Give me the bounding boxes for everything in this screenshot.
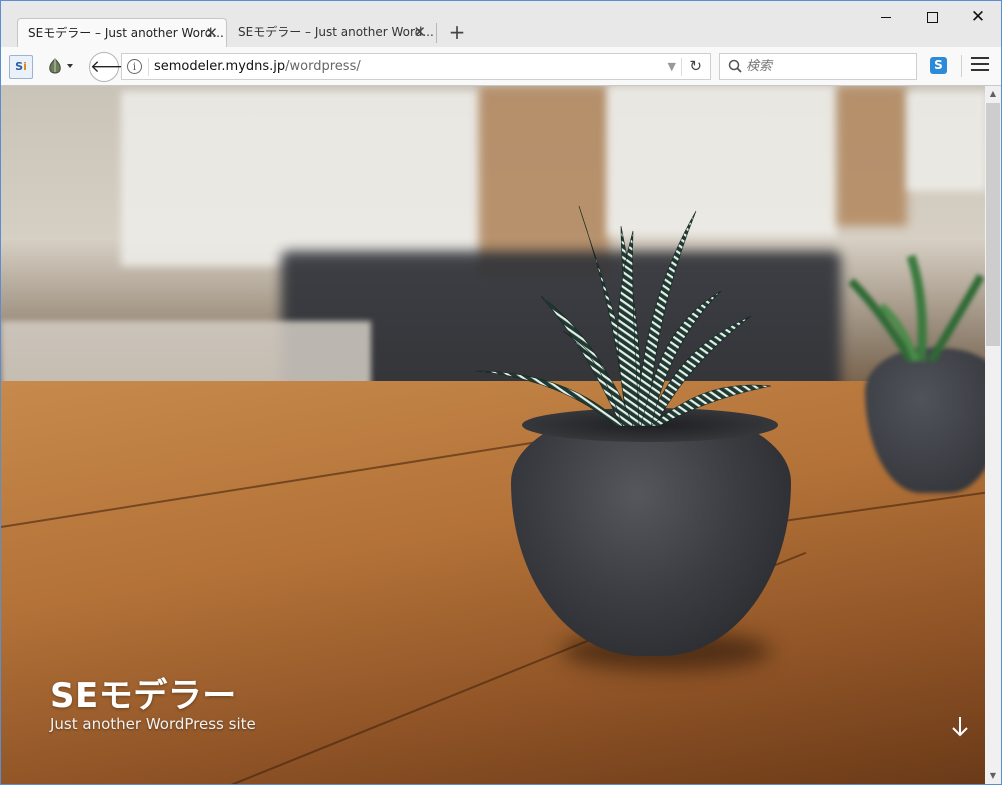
si-extension-letter-i: i: [23, 60, 27, 73]
browser-window: SEモデラー – Just another Word... ✕ SEモデラー –…: [0, 0, 1002, 785]
url-path: /wordpress/: [285, 59, 361, 74]
url-text[interactable]: semodeler.mydns.jp/wordpress/: [154, 54, 361, 79]
background-plant: [848, 254, 985, 364]
minimize-button[interactable]: [863, 1, 909, 33]
url-divider: [148, 58, 149, 76]
tab-title: SEモデラー – Just another Word...: [238, 25, 434, 39]
search-bar[interactable]: [719, 53, 917, 80]
reload-button[interactable]: ↻: [689, 54, 702, 79]
scroll-up-arrow-icon[interactable]: ▲: [985, 86, 1001, 102]
url-history-dropdown-icon[interactable]: ▼: [668, 54, 676, 79]
background-window: [907, 91, 985, 191]
garlic-extension-icon[interactable]: [45, 56, 77, 76]
search-input[interactable]: [746, 55, 906, 78]
scroll-down-arrow-icon[interactable]: ▼: [985, 768, 1001, 784]
tab-inactive[interactable]: SEモデラー – Just another Word... ✕: [228, 18, 434, 47]
scrollbar-thumb[interactable]: [986, 103, 1000, 346]
url-host: semodeler.mydns.jp: [154, 59, 286, 74]
search-icon: [728, 59, 742, 73]
hamburger-menu-icon[interactable]: [971, 57, 989, 73]
url-divider: [681, 58, 682, 76]
si-extension-letter-s: S: [15, 60, 24, 73]
succulent-plant: [475, 205, 772, 427]
arrow-down-icon[interactable]: [949, 714, 971, 740]
window-close-button[interactable]: ✕: [955, 1, 1001, 33]
vertical-scrollbar[interactable]: ▲ ▼: [985, 86, 1001, 784]
si-extension-icon[interactable]: Si: [9, 55, 33, 79]
info-icon[interactable]: i: [127, 59, 142, 74]
tab-divider: [436, 23, 437, 43]
navigation-toolbar: Si 🡐 i semodeler.mydns.jp/wordpress/ ▼ ↻: [1, 47, 1001, 86]
s-extension-icon[interactable]: S: [930, 57, 947, 74]
toolbar-divider: [961, 55, 962, 77]
maximize-icon: [926, 12, 938, 23]
back-button[interactable]: 🡐: [89, 52, 136, 82]
new-tab-button[interactable]: +: [447, 18, 467, 47]
tab-active[interactable]: SEモデラー – Just another Word... ✕: [17, 18, 227, 47]
minimize-icon: [881, 17, 891, 18]
tab-title: SEモデラー – Just another Word...: [28, 26, 224, 40]
address-bar[interactable]: i semodeler.mydns.jp/wordpress/ ▼ ↻: [121, 53, 711, 80]
background-window: [121, 91, 481, 266]
page-hero: SEモデラー Just another WordPress site: [1, 86, 985, 784]
tab-close-icon[interactable]: ✕: [205, 19, 218, 47]
site-title[interactable]: SEモデラー: [50, 668, 237, 717]
site-tagline: Just another WordPress site: [50, 715, 256, 733]
tab-close-icon[interactable]: ✕: [413, 18, 426, 47]
background-wall: [837, 86, 907, 226]
maximize-button[interactable]: [909, 1, 955, 33]
tab-strip: SEモデラー – Just another Word... ✕ SEモデラー –…: [1, 1, 1001, 47]
